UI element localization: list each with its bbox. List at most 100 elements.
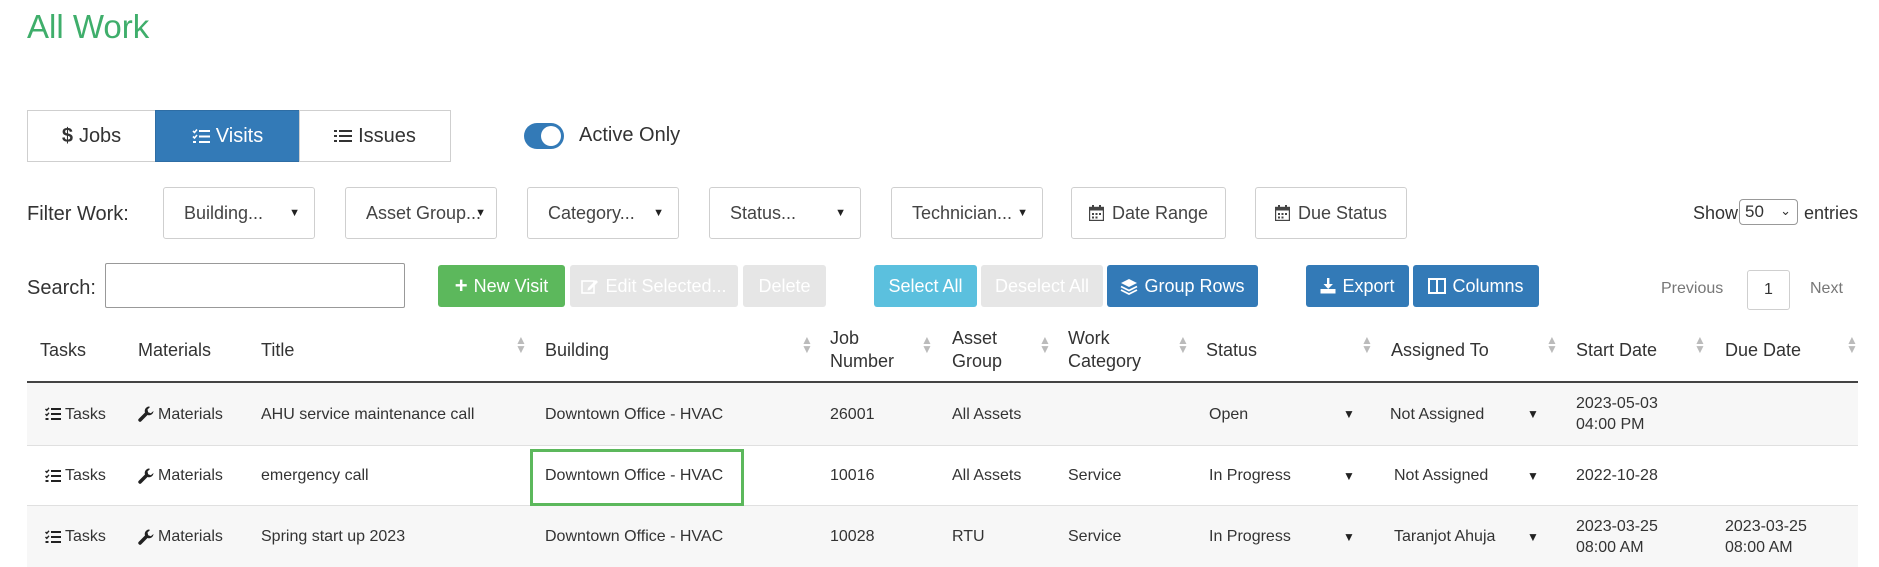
start-date-value: 2022-10-28 (1576, 465, 1658, 486)
start-date-day: 2023-05-03 (1576, 395, 1658, 412)
toggle-knob (541, 126, 561, 146)
col-materials: Materials (138, 339, 212, 360)
row-building: Downtown Office - HVAC (545, 528, 724, 545)
technician-filter[interactable]: Technician... ▼ (891, 187, 1043, 239)
row-assigned-value: Not Assigned (1394, 467, 1489, 484)
select-all-button[interactable]: Select All (874, 265, 977, 307)
row-status-dropdown[interactable]: In Progress (1209, 506, 1291, 567)
all-work-page: All Work $ Jobs Visits Issues Active Onl… (0, 0, 1879, 567)
start-date-time: 08:00 AM (1576, 538, 1644, 556)
start-date-value: 2023-03-25 08:00 AM (1576, 516, 1658, 558)
caret-down-icon: ▼ (1527, 529, 1539, 544)
col-title[interactable]: Title (261, 320, 294, 380)
tab-issues[interactable]: Issues (299, 110, 451, 162)
caret-down-icon: ▼ (289, 207, 300, 219)
row-due-date: 2023-03-25 08:00 AM (1725, 506, 1807, 567)
asset-group-filter[interactable]: Asset Group... ▼ (345, 187, 497, 239)
download-icon (1320, 278, 1336, 294)
dollar-icon: $ (61, 124, 73, 147)
previous-page-link[interactable]: Previous (1661, 280, 1723, 298)
building-filter[interactable]: Building... ▼ (163, 187, 315, 239)
due-status-filter[interactable]: Due Status (1255, 187, 1407, 239)
col-start-date[interactable]: Start Date (1576, 320, 1657, 380)
row-assigned-dropdown[interactable]: Not Assigned (1390, 383, 1484, 445)
row-tasks-button[interactable]: Tasks (45, 446, 106, 505)
category-filter[interactable]: Category... ▼ (527, 187, 679, 239)
row-status-dropdown[interactable]: In Progress (1209, 446, 1291, 505)
row-materials-button[interactable]: Materials (138, 383, 223, 445)
export-button[interactable]: Export (1306, 265, 1409, 307)
table-row[interactable]: Tasks Materials Spring start up 2023 Dow… (27, 506, 1858, 567)
row-building: Downtown Office - HVAC (545, 405, 724, 423)
row-job-number[interactable]: 26001 (830, 383, 875, 445)
list-check-icon (45, 468, 61, 483)
technician-filter-label: Technician... (912, 202, 1013, 223)
new-visit-button[interactable]: + New Visit (438, 265, 565, 307)
wrench-icon (138, 468, 154, 484)
due-date-value: 2023-03-25 08:00 AM (1725, 516, 1807, 558)
caret-down-icon: ▼ (1527, 407, 1539, 421)
search-label: Search: (27, 277, 96, 299)
group-rows-button[interactable]: Group Rows (1107, 265, 1258, 307)
row-assigned-value: Not Assigned (1390, 405, 1485, 423)
row-status-dropdown[interactable]: Open (1209, 383, 1248, 445)
page-1-button[interactable]: 1 (1747, 270, 1790, 310)
col-job-number-label: Job Number (830, 327, 894, 373)
table-row[interactable]: Tasks Materials emergency call Downtown … (27, 446, 1858, 506)
deselect-all-button[interactable]: Deselect All (981, 265, 1103, 307)
row-job-number[interactable]: 10016 (830, 446, 875, 505)
sort-icon: ▲ ▼ (1694, 333, 1706, 356)
edit-selected-button[interactable]: Edit Selected... (570, 265, 738, 307)
col-status-label: Status (1206, 339, 1258, 360)
tab-jobs[interactable]: $ Jobs (27, 110, 156, 162)
materials-label: Materials (158, 405, 223, 423)
building-filter-label: Building... (184, 202, 264, 223)
edit-icon (581, 278, 599, 294)
caret-down-icon: ▼ (1343, 529, 1355, 544)
search-input[interactable] (105, 263, 405, 308)
row-asset-group: RTU (952, 528, 985, 545)
view-tabs: $ Jobs Visits Issues (27, 110, 451, 162)
col-assigned-to[interactable]: Assigned To (1391, 320, 1489, 380)
row-tasks-button[interactable]: Tasks (45, 506, 106, 567)
col-work-category[interactable]: Work Category (1068, 320, 1141, 380)
date-range-filter[interactable]: Date Range (1071, 187, 1226, 239)
col-job-number[interactable]: Job Number (830, 320, 894, 380)
row-materials-button[interactable]: Materials (138, 446, 223, 505)
tab-visits[interactable]: Visits (155, 110, 300, 162)
delete-button[interactable]: Delete (743, 265, 826, 307)
tasks-label: Tasks (65, 467, 106, 484)
columns-label: Columns (1452, 275, 1524, 296)
columns-button[interactable]: Columns (1413, 265, 1539, 307)
col-status[interactable]: Status (1206, 320, 1257, 380)
row-title: emergency call (261, 467, 369, 484)
table-row[interactable]: Tasks Materials AHU service maintenance … (27, 383, 1858, 446)
col-job-number-line1: Job (830, 328, 860, 348)
chevron-down-icon: ⌄ (1780, 203, 1791, 218)
col-building-label: Building (545, 339, 610, 360)
caret-down-icon: ▼ (835, 207, 846, 219)
entries-select[interactable]: 50 ⌄ (1739, 199, 1798, 225)
next-page-link[interactable]: Next (1810, 280, 1843, 298)
row-assigned-dropdown[interactable]: Not Assigned (1394, 446, 1488, 505)
col-title-label: Title (261, 339, 295, 360)
row-materials-button[interactable]: Materials (138, 506, 223, 567)
row-title: AHU service maintenance call (261, 405, 475, 423)
active-only-toggle[interactable] (524, 123, 564, 149)
calendar-icon (1088, 205, 1104, 221)
col-building[interactable]: Building (545, 320, 609, 380)
filter-work-label: Filter Work: (27, 203, 129, 225)
plus-icon: + (454, 273, 468, 298)
col-due-date[interactable]: Due Date (1725, 320, 1801, 380)
page-title: All Work (27, 8, 150, 45)
row-asset-group: All Assets (952, 467, 1022, 484)
group-rows-label: Group Rows (1144, 275, 1245, 296)
due-date-day: 2023-03-25 (1725, 517, 1807, 535)
col-asset-group[interactable]: Asset Group (952, 320, 1002, 380)
row-job-number[interactable]: 10028 (830, 506, 875, 567)
tab-jobs-label: Jobs (78, 124, 122, 147)
caret-down-icon: ▼ (1343, 407, 1355, 421)
row-tasks-button[interactable]: Tasks (45, 383, 106, 445)
row-assigned-dropdown[interactable]: Taranjot Ahuja (1394, 506, 1495, 567)
status-filter[interactable]: Status... ▼ (709, 187, 861, 239)
